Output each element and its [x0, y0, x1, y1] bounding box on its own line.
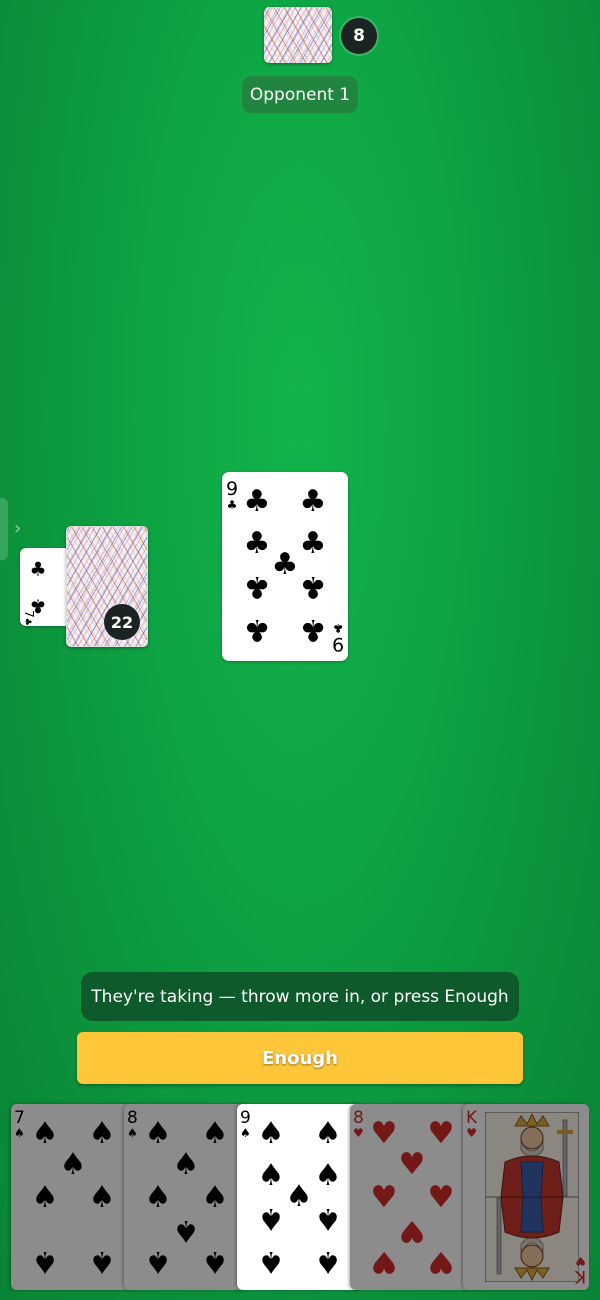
table-card-pip: ♣: [243, 612, 271, 647]
table-card-pip: ♣: [299, 526, 327, 561]
hand-card-suit: ♠: [240, 1126, 251, 1140]
hand-card-pip: ♠: [314, 1201, 342, 1236]
hand-card-pip: ♠: [257, 1116, 285, 1151]
hand-card-pip: ♠: [257, 1158, 285, 1193]
hand-card-pip: ♠: [285, 1179, 313, 1214]
table-card-pip: ♣: [243, 569, 271, 604]
disabled-overlay: [11, 1104, 135, 1290]
disabled-overlay: [350, 1104, 474, 1290]
hand-card-rank: 9: [240, 1108, 251, 1128]
table-card-rank: 9: [226, 478, 239, 500]
opponent-name-tag: Opponent 1: [242, 76, 358, 113]
chevron-right-icon[interactable]: ›: [14, 518, 21, 539]
table-card-pip: ♣: [271, 547, 299, 582]
trump-card-corner: 7♣: [22, 610, 38, 626]
disabled-overlay: [124, 1104, 248, 1290]
status-message: They're taking — throw more in, or press…: [81, 972, 519, 1021]
table-card-pip: ♣: [299, 569, 327, 604]
opponent-card-count-badge: 8: [341, 18, 377, 54]
hand-card-pip: ♠: [314, 1116, 342, 1151]
hand-card-pip: ♠: [257, 1201, 285, 1236]
hand-card-2[interactable]: 8 ♠ ♠ ♠ ♠ ♠ ♠ ♠ ♠ ♠: [124, 1104, 248, 1290]
table-card-rank: 9: [331, 633, 344, 655]
hand-card-pip: ♠: [257, 1244, 285, 1279]
table-card-corner-bottom: 9 ♣: [331, 621, 344, 655]
hand-card-corner: 9 ♠: [240, 1108, 251, 1140]
deck-count-badge: 22: [104, 604, 140, 640]
hand-card-4[interactable]: 8 ♥ ♥ ♥ ♥ ♥ ♥ ♥ ♥ ♥: [350, 1104, 474, 1290]
trump-rank: 7: [21, 610, 36, 618]
hand-card-pip: ♠: [314, 1158, 342, 1193]
trump-suit-pip: ♣: [29, 558, 47, 581]
opponent-hand-card-back: [264, 7, 332, 63]
table-card-pip: ♣: [243, 484, 271, 519]
trump-card: ♣ ♣ 7♣: [20, 548, 70, 626]
hand-card-pip: ♠: [314, 1244, 342, 1279]
table-card: 9 ♣ 9 ♣ ♣ ♣ ♣ ♣ ♣ ♣ ♣ ♣ ♣: [222, 472, 348, 661]
hand-card-1[interactable]: 7 ♠ ♠ ♠ ♠ ♠ ♠ ♠ ♠: [11, 1104, 135, 1290]
table-card-pip: ♣: [243, 526, 271, 561]
hand-card-3[interactable]: 9 ♠ ♠ ♠ ♠ ♠ ♠ ♠ ♠ ♠ ♠: [237, 1104, 361, 1290]
table-card-pip: ♣: [299, 484, 327, 519]
disabled-overlay: [463, 1104, 589, 1290]
table-card-corner-top: 9 ♣: [226, 478, 239, 512]
trump-suit: ♣: [21, 617, 32, 626]
table-card-suit: ♣: [226, 498, 238, 512]
game-table: 8 Opponent 1 › ♣ ♣ 7♣ 22 9 ♣ 9 ♣ ♣ ♣ ♣ ♣…: [0, 0, 600, 1300]
enough-button[interactable]: Enough: [77, 1032, 523, 1084]
table-card-pip: ♣: [299, 612, 327, 647]
hand-card-5[interactable]: K ♥ K ♥: [463, 1104, 589, 1290]
side-drawer-tab[interactable]: [0, 498, 8, 560]
table-card-suit: ♣: [332, 621, 344, 635]
